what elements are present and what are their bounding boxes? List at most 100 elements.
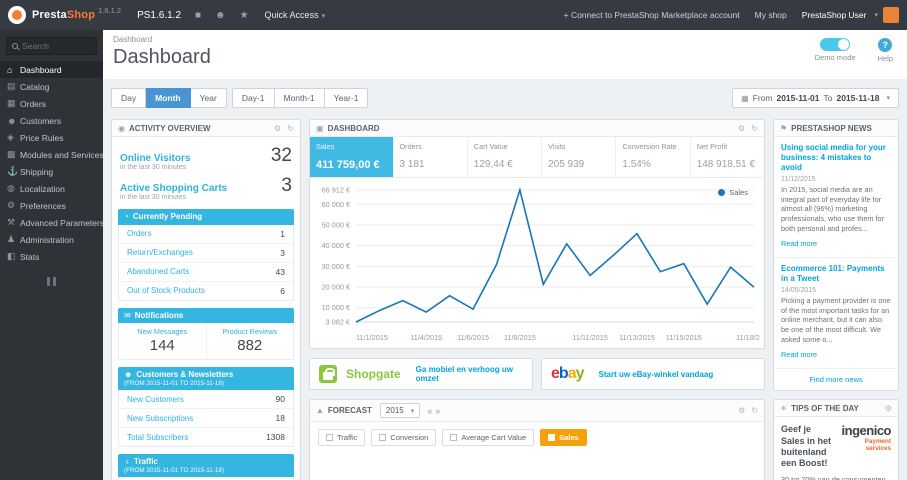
legend-sales[interactable]: Sales	[540, 429, 587, 446]
sidebar-item-price-rules[interactable]: ◈ Price Rules	[0, 129, 103, 146]
sidebar-item-dashboard[interactable]: ⌂ Dashboard	[0, 61, 103, 78]
globe-icon: ♁	[124, 457, 130, 467]
find-more-news-link[interactable]: Find more news	[774, 369, 898, 390]
kpi-orders[interactable]: Orders 3 181	[394, 137, 468, 177]
checkbox-icon	[379, 434, 387, 441]
envelope-icon: ✉	[124, 310, 131, 320]
svg-text:11/13/2015: 11/13/2015	[619, 333, 655, 342]
legend-average-cart-value[interactable]: Average Cart Value	[442, 429, 535, 446]
kpi-row: Sales 411 759,00 € Orders 3 181 Cart Value…	[310, 137, 764, 178]
legend-traffic[interactable]: Traffic	[318, 429, 366, 446]
gear-icon[interactable]: ⚙	[738, 406, 745, 415]
panel-title: TIPS OF THE DAY	[791, 403, 859, 413]
svg-text:11/6/2015: 11/6/2015	[457, 333, 489, 342]
dashboard-icon: ▣	[316, 123, 324, 133]
sidebar-item-modules[interactable]: ▩ Modules and Services	[0, 146, 103, 163]
kpi-sales[interactable]: Sales 411 759,00 €	[310, 137, 394, 177]
refresh-icon[interactable]: ↻	[751, 406, 758, 415]
prev-year-button[interactable]: «	[427, 406, 432, 416]
search-icon	[12, 43, 18, 49]
toggle-switch[interactable]	[820, 38, 851, 51]
kpi-net-profit[interactable]: Net Profit 148 918,51 €	[691, 137, 764, 177]
chevron-down-icon: ▾	[886, 95, 890, 102]
refresh-icon[interactable]: ↻	[751, 124, 758, 133]
sidebar-item-localization[interactable]: ◍ Localization	[0, 180, 103, 197]
forecast-icon: ▲	[316, 406, 324, 415]
filter-day-button[interactable]: Day	[111, 88, 147, 108]
article-excerpt: In 2015, social media are an integral pa…	[781, 185, 885, 233]
article-title-link[interactable]: Ecommerce 101: Payments in a Tweet	[781, 264, 891, 284]
svg-text:11/4/2015: 11/4/2015	[410, 333, 442, 342]
filter-month-button[interactable]: Month	[146, 88, 191, 108]
kpi-conversion-rate[interactable]: Conversion Rate 1.54%	[616, 137, 691, 177]
year-select[interactable]: 2015 ▾	[379, 403, 421, 418]
customers-row-total-subscribers: Total Subscribers 1308	[127, 432, 285, 443]
shopgate-bag-icon	[319, 365, 337, 383]
user-menu[interactable]: PrestaShop User ▾	[802, 7, 899, 23]
shop-name-link[interactable]: PS1.6.1.2	[137, 10, 181, 21]
article-title-link[interactable]: Using social media for your business: 4 …	[781, 143, 891, 173]
chevron-down-icon: ▾	[321, 13, 326, 20]
help-button[interactable]: ? Help	[878, 38, 893, 63]
sidebar-item-shipping[interactable]: ⚓ Shipping	[0, 163, 103, 180]
pending-row-returns: Return/Exchanges 3	[119, 244, 293, 263]
shopgate-link[interactable]: Ga mobiel en verhoog uw omzet	[416, 365, 523, 383]
prestashop-news-panel: ⚑ PRESTASHOP NEWS Using social media for…	[773, 119, 899, 392]
read-more-link[interactable]: Read more	[781, 350, 817, 359]
legend-conversion[interactable]: Conversion	[371, 429, 437, 446]
plus-icon: +	[563, 10, 569, 20]
filter-day-1-button[interactable]: Day-1	[231, 88, 275, 108]
profile-icon[interactable]: ☻	[215, 10, 226, 21]
article-excerpt: Picking a payment provider is one of the…	[781, 296, 891, 344]
sidebar-item-orders[interactable]: ▦ Orders	[0, 95, 103, 112]
cart-icon[interactable]: ■	[195, 10, 201, 21]
filter-year-button[interactable]: Year	[190, 88, 227, 108]
refresh-icon[interactable]: ↻	[287, 124, 294, 133]
ebay-link[interactable]: Start uw eBay-winkel vandaag	[599, 370, 714, 379]
bulb-icon: ☀	[780, 403, 788, 413]
tools-icon: ⚒	[7, 217, 16, 227]
sidebar-search[interactable]	[6, 37, 97, 55]
panel-title: DASHBOARD	[327, 123, 380, 133]
shipping-icon: ⚓	[7, 166, 19, 176]
svg-text:50 000 €: 50 000 €	[322, 220, 350, 229]
svg-text:11/11/2015: 11/11/2015	[572, 333, 607, 342]
gear-icon[interactable]: ⚙	[885, 404, 892, 413]
gear-icon[interactable]: ⚙	[738, 124, 745, 133]
stats-icon: ◧	[7, 251, 16, 261]
avatar	[883, 7, 899, 23]
question-icon: ?	[878, 38, 893, 52]
marketplace-link[interactable]: + Connect to PrestaShop Marketplace acco…	[564, 10, 740, 20]
sidebar-item-catalog[interactable]: ▤ Catalog	[0, 78, 103, 95]
date-range-picker[interactable]: ▦ From 2015-11-01 To 2015-11-18 ▾	[732, 88, 899, 108]
kpi-cart-value[interactable]: Cart Value 129,44 €	[468, 137, 543, 177]
search-input[interactable]	[22, 41, 91, 51]
chart-legend[interactable]: Sales	[718, 188, 748, 197]
filter-year-1-button[interactable]: Year-1	[324, 88, 369, 108]
sidebar-collapse-control[interactable]	[45, 277, 59, 286]
demo-mode-toggle[interactable]: Demo mode	[815, 38, 856, 63]
chevron-down-icon: ▾	[874, 12, 878, 19]
filter-month-1-button[interactable]: Month-1	[274, 88, 325, 108]
svg-text:40 000 €: 40 000 €	[322, 241, 350, 250]
read-more-link[interactable]: Read more	[781, 239, 817, 248]
trophy-icon[interactable]: ★	[240, 10, 249, 21]
quick-access-menu[interactable]: Quick Access ▾	[265, 10, 326, 20]
customers-row-new-customers: New Customers 90	[119, 390, 293, 410]
sidebar-item-customers[interactable]: ☻ Customers	[0, 112, 103, 129]
customers-newsletters-header: ☻ Customers & Newsletters (FROM 2015-11-01…	[118, 367, 294, 391]
new-messages-cell: New Messages 144	[119, 323, 207, 360]
kpi-visits[interactable]: Visits 205 939	[542, 137, 617, 177]
panel-title: ACTIVITY OVERVIEW	[128, 123, 211, 133]
activity-overview-panel: ◉ ACTIVITY OVERVIEW ⚙ ↻ Online Visitors 32…	[111, 119, 301, 480]
sidebar-item-administration[interactable]: ♟ Administration	[0, 231, 103, 248]
forecast-panel: ▲ FORECAST 2015 ▾ «» ⚙ ↻ Traffic Conversio…	[309, 399, 765, 480]
next-year-button[interactable]: »	[435, 406, 440, 416]
sidebar-item-advanced-parameters[interactable]: ⚒ Advanced Parameters	[0, 214, 103, 231]
news-article: Using social media for your business: 4 …	[774, 137, 898, 259]
my-shop-link[interactable]: My shop	[755, 10, 787, 20]
activity-icon: ◉	[118, 123, 125, 133]
sidebar-item-stats[interactable]: ◧ Stats	[0, 248, 103, 265]
sidebar-item-preferences[interactable]: ⚙ Preferences	[0, 197, 103, 214]
gear-icon[interactable]: ⚙	[274, 124, 281, 133]
